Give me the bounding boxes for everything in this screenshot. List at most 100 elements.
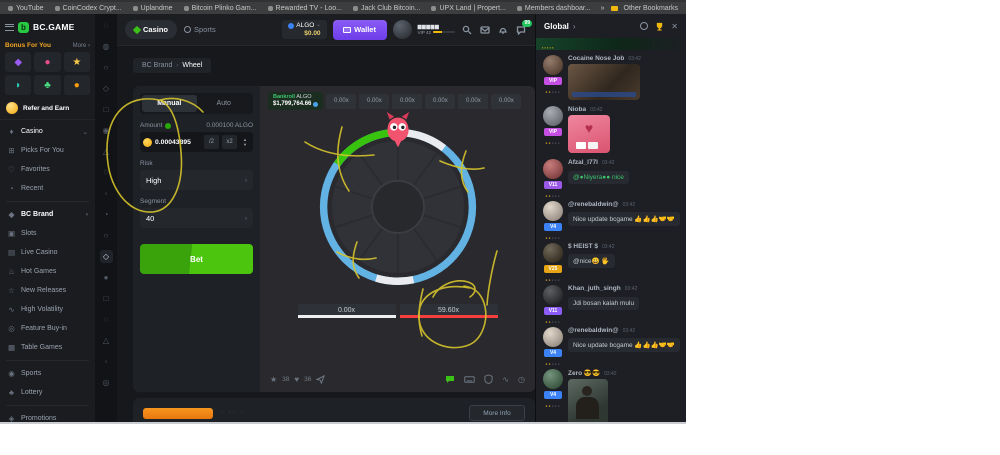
hotkeys-keyboard-icon[interactable] [464, 375, 475, 384]
bonus-tile[interactable]: ♣ [34, 75, 60, 95]
double-bet-button[interactable]: x2 [222, 135, 237, 149]
history-multiplier-chip[interactable]: 0.00x [458, 94, 488, 109]
search-icon[interactable] [461, 24, 473, 36]
chat-username[interactable]: Nioba [568, 106, 586, 113]
wallet-button[interactable]: Wallet [333, 20, 387, 40]
rail-game-icon[interactable]: □ [100, 292, 113, 305]
chat-username[interactable]: Afzal_l77l [568, 159, 598, 166]
like-heart-icon[interactable]: ♥ [294, 375, 299, 384]
rail-game-icon[interactable]: ◍ [100, 40, 113, 53]
sidebar-item[interactable]: ♦ Casino ⌄ [0, 122, 95, 141]
rail-game-icon[interactable]: ● [100, 271, 113, 284]
tab-casino[interactable]: Casino [125, 20, 177, 39]
messages-icon[interactable] [479, 24, 491, 36]
rail-game-icon[interactable]: ◦ [100, 355, 113, 368]
chat-toggle-icon[interactable]: 99 [515, 24, 527, 36]
bonus-tile[interactable]: ◆ [5, 52, 31, 72]
bookmark-item[interactable]: Rewarded TV - Loo... [268, 5, 342, 12]
info-icon[interactable] [165, 123, 171, 129]
sidebar-item[interactable]: ☆ New Releases [0, 281, 95, 300]
sidebar-item[interactable]: ⊞ Picks For You [0, 141, 95, 160]
tab-sports[interactable]: Sports [184, 25, 216, 34]
rail-game-icon[interactable]: ◦ [100, 187, 113, 200]
chat-image[interactable] [568, 64, 640, 100]
segment-select[interactable]: 40 › [140, 208, 253, 228]
amount-value[interactable]: 0.00043895 [155, 139, 201, 146]
bookmark-item[interactable]: Uplandme [133, 5, 173, 12]
user-avatar[interactable] [393, 20, 412, 39]
chat-username[interactable]: @renebaldwin@ [568, 327, 619, 334]
menu-icon[interactable] [5, 24, 14, 31]
history-clock-icon[interactable]: ◷ [518, 375, 525, 384]
rail-game-icon[interactable]: ◇ [100, 82, 113, 95]
sidebar-item[interactable]: ▤ Live Casino [0, 243, 95, 262]
rail-game-icon[interactable]: □ [100, 103, 113, 116]
rail-game-icon[interactable]: △ [100, 145, 113, 158]
bonus-more-link[interactable]: More › [73, 43, 90, 49]
chat-username[interactable]: Khan_juth_singh [568, 285, 621, 292]
sidebar-item[interactable]: ▦ Table Games [0, 338, 95, 357]
more-info-button[interactable]: More Info [469, 405, 525, 421]
share-icon[interactable] [316, 375, 325, 384]
history-multiplier-chip[interactable]: 0.00x [392, 94, 422, 109]
sidebar-item[interactable]: ▣ Slots [0, 224, 95, 243]
rail-game-icon[interactable]: ◎ [100, 376, 113, 389]
bookmark-item[interactable]: YouTube [8, 5, 44, 12]
rail-game-icon[interactable]: ◌ [100, 313, 113, 326]
rail-game-icon[interactable]: △ [100, 334, 113, 347]
refer-and-earn[interactable]: Refer and Earn [0, 99, 95, 120]
live-stats-icon[interactable]: ∿ [502, 375, 509, 384]
chat-image[interactable] [568, 379, 608, 422]
half-bet-button[interactable]: /2 [204, 135, 219, 149]
rail-game-icon[interactable]: ○ [100, 229, 113, 242]
chat-avatar[interactable] [543, 369, 563, 389]
bookmark-item[interactable]: Jack Club Bitcoin... [353, 5, 421, 12]
risk-select[interactable]: High › [140, 170, 253, 190]
rail-game-icon[interactable]: ◉ [100, 124, 113, 137]
trophy-icon[interactable] [655, 22, 664, 31]
bet-button[interactable]: Bet [140, 244, 253, 274]
result-multiplier-white[interactable]: 0.00x [298, 304, 396, 318]
chat-avatar[interactable] [543, 159, 563, 179]
quick-chat-icon[interactable] [445, 374, 455, 384]
tab-manual[interactable]: Manual [142, 95, 197, 112]
rail-game-icon[interactable]: ○ [100, 61, 113, 74]
sidebar-item[interactable]: ◔ Recent [0, 179, 95, 198]
chat-image[interactable] [568, 115, 610, 153]
amount-stepper[interactable]: ▲ ▼ [240, 137, 250, 147]
sidebar-item[interactable] [6, 405, 89, 406]
sidebar-item[interactable]: ∿ High Volatility [0, 300, 95, 319]
fairness-shield-icon[interactable] [484, 374, 493, 384]
bookmark-item[interactable]: Bitcoin Plinko Gam... [184, 5, 257, 12]
chat-username[interactable]: @renebaldwin@ [568, 201, 619, 208]
bookmark-item[interactable]: Members dashboar... [517, 5, 591, 12]
sidebar-item[interactable] [6, 360, 89, 361]
bookmark-item[interactable]: CoinCodex Crypt... [55, 5, 122, 12]
rail-game-icon[interactable]: ◇ [100, 250, 113, 263]
bonus-tile[interactable]: ● [64, 75, 90, 95]
step-down-icon[interactable]: ▼ [240, 142, 250, 147]
history-multiplier-chip[interactable]: 0.00x [491, 94, 521, 109]
tab-auto[interactable]: Auto [197, 95, 252, 112]
chat-avatar[interactable] [543, 106, 563, 126]
rail-game-icon[interactable]: ◔ [100, 208, 113, 221]
sidebar-item[interactable]: ♡ Favorites [0, 160, 95, 179]
chat-username[interactable]: Zero 😎😎 [568, 369, 600, 377]
provider-badge[interactable] [143, 408, 213, 419]
sidebar-item[interactable] [6, 201, 89, 202]
sidebar-item[interactable]: ◎ Feature Buy-in [0, 319, 95, 338]
history-multiplier-chip[interactable]: 0.00x [359, 94, 389, 109]
bonus-tile[interactable]: ◗ [5, 75, 31, 95]
bcgame-logo[interactable]: BC.GAME [33, 22, 75, 32]
close-icon[interactable]: ✕ [671, 22, 678, 31]
chat-avatar[interactable] [543, 201, 563, 221]
history-multiplier-chip[interactable]: 0.00x [326, 94, 356, 109]
rail-game-icon[interactable]: ♢ [100, 166, 113, 179]
bonus-tile[interactable]: ● [34, 52, 60, 72]
bookmark-item[interactable]: UPX Land | Propert... [431, 5, 505, 12]
currency-selector[interactable]: ALGO ⌄ $0.00 [282, 20, 326, 39]
sidebar-item[interactable]: ◈ Promotions [0, 409, 95, 422]
result-multiplier-red[interactable]: 59.60x [400, 304, 498, 318]
history-multiplier-chip[interactable]: 0.00x [425, 94, 455, 109]
chat-room-title[interactable]: Global [544, 22, 569, 31]
